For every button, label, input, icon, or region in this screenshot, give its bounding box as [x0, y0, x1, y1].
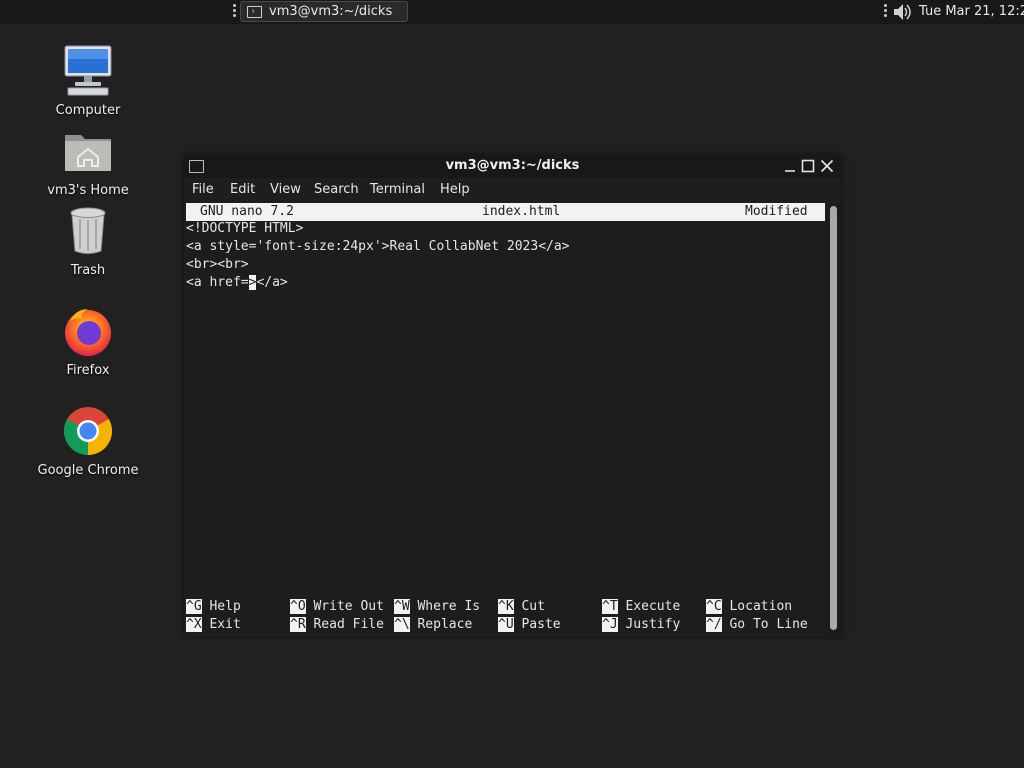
taskbar-handle: [233, 4, 236, 20]
shortcut-key: ^X: [186, 617, 202, 632]
menu-file[interactable]: File: [192, 182, 214, 197]
shortcut-label: Help: [209, 599, 241, 614]
desktop-icon-home[interactable]: vm3's Home: [34, 123, 142, 198]
shortcut-label: Where Is: [417, 599, 481, 614]
desktop-icon-trash[interactable]: Trash: [34, 203, 142, 278]
tray-handle: [884, 4, 887, 20]
shortcut-key: ^O: [290, 599, 306, 614]
terminal-content[interactable]: GNU nano 7.2 index.html Modified <!DOCTY…: [184, 202, 827, 636]
menu-view[interactable]: View: [270, 182, 301, 197]
shortcut-location[interactable]: ^C Location: [706, 599, 792, 614]
shortcut-label: Write Out: [313, 599, 384, 614]
nano-version: GNU nano 7.2: [200, 204, 294, 219]
window-title: vm3@vm3:~/dicks: [445, 158, 580, 173]
shortcut-justify[interactable]: ^J Justify: [602, 617, 680, 632]
menu-help[interactable]: Help: [440, 182, 470, 197]
code-line-2: <a style='font-size:24px'>Real CollabNet…: [186, 239, 570, 254]
chrome-icon: [63, 407, 113, 456]
code-line-3: <br><br>: [186, 257, 249, 272]
nano-filename: index.html: [482, 204, 561, 219]
shortcut-label: Exit: [209, 617, 241, 632]
shortcut-key: ^C: [706, 599, 722, 614]
shortcut-label: Read File: [313, 617, 384, 632]
shortcut-key: ^G: [186, 599, 202, 614]
desktop-icon-label: Computer: [55, 103, 121, 118]
shortcut-execute[interactable]: ^T Execute: [602, 599, 680, 614]
shortcut-go-to-line[interactable]: ^/ Go To Line: [706, 617, 808, 632]
scrollbar-thumb[interactable]: [830, 206, 837, 630]
trash-icon: [70, 207, 106, 254]
code-line-4-before-cursor: <a href=: [186, 275, 249, 290]
desktop-icon-firefox[interactable]: Firefox: [34, 303, 142, 378]
menu-bar: File Edit View Search Terminal Help: [184, 178, 841, 202]
taskbar-window-label: vm3@vm3:~/dicks: [269, 4, 393, 19]
shortcut-replace[interactable]: ^\ Replace: [394, 617, 472, 632]
nano-modified-status: Modified: [745, 204, 808, 219]
code-line-4: <a href=></a>: [186, 275, 288, 290]
taskbar-window-button[interactable]: vm3@vm3:~/dicks: [240, 1, 408, 22]
desktop-icon-label: vm3's Home: [47, 183, 129, 198]
shortcut-key: ^\: [394, 617, 410, 632]
code-line-4-after-cursor: </a>: [256, 275, 288, 290]
volume-icon[interactable]: [891, 2, 913, 22]
window-titlebar[interactable]: vm3@vm3:~/dicks: [184, 155, 841, 178]
shortcut-label: Justify: [625, 617, 681, 632]
shortcut-where-is[interactable]: ^W Where Is: [394, 599, 480, 614]
shortcut-exit[interactable]: ^X Exit: [186, 617, 241, 632]
shortcut-key: ^T: [602, 599, 618, 614]
desktop-icon-chrome[interactable]: Google Chrome: [34, 403, 142, 478]
computer-icon: [64, 45, 112, 96]
desktop-icon-label: Google Chrome: [37, 463, 139, 478]
shortcut-write-out[interactable]: ^O Write Out: [290, 599, 384, 614]
shortcut-key: ^/: [706, 617, 722, 632]
shortcut-help[interactable]: ^G Help: [186, 599, 241, 614]
desktop-icon-label: Trash: [70, 263, 106, 278]
shortcut-label: Paste: [521, 617, 561, 632]
menu-edit[interactable]: Edit: [230, 182, 255, 197]
minimize-button[interactable]: [781, 157, 799, 175]
shortcut-label: Replace: [417, 617, 473, 632]
desktop-icon-label: Firefox: [66, 363, 110, 378]
shortcut-label: Location: [729, 599, 793, 614]
menu-search[interactable]: Search: [314, 182, 359, 197]
maximize-button[interactable]: [799, 157, 817, 175]
firefox-icon: [65, 309, 111, 356]
shortcut-key: ^J: [602, 617, 618, 632]
shortcut-read-file[interactable]: ^R Read File: [290, 617, 384, 632]
shortcut-key: ^W: [394, 599, 410, 614]
shortcut-key: ^R: [290, 617, 306, 632]
shortcut-label: Go To Line: [729, 617, 808, 632]
shortcut-paste[interactable]: ^U Paste: [498, 617, 561, 632]
top-panel: vm3@vm3:~/dicks Tue Mar 21, 12:23: [0, 0, 1024, 24]
shortcut-key: ^U: [498, 617, 514, 632]
terminal-icon: [247, 6, 262, 18]
clock[interactable]: Tue Mar 21, 12:23: [919, 4, 1024, 19]
menu-terminal[interactable]: Terminal: [370, 182, 425, 197]
shortcut-label: Cut: [521, 599, 545, 614]
close-button[interactable]: [818, 157, 836, 175]
shortcut-key: ^K: [498, 599, 514, 614]
shortcut-label: Execute: [625, 599, 681, 614]
terminal-window[interactable]: vm3@vm3:~/dicks File Edit View Search Te…: [184, 155, 841, 636]
desktop-icon-computer[interactable]: Computer: [34, 43, 142, 118]
nano-title-bar: GNU nano 7.2 index.html Modified: [186, 203, 825, 221]
scrollbar[interactable]: [827, 202, 841, 636]
code-line-1: <!DOCTYPE HTML>: [186, 221, 304, 236]
home-folder-icon: [65, 135, 111, 171]
shortcut-cut[interactable]: ^K Cut: [498, 599, 545, 614]
